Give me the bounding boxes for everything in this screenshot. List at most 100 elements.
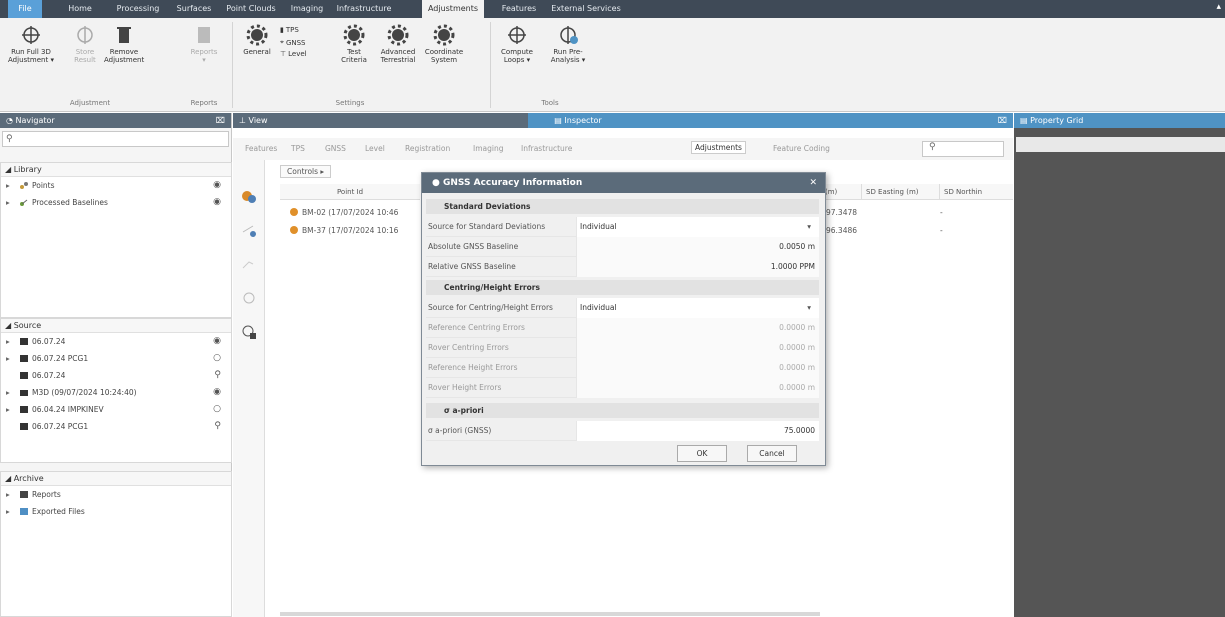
- pin-icon[interactable]: ⌧: [998, 113, 1007, 128]
- network-icon[interactable]: [241, 324, 257, 340]
- eye-icon[interactable]: ⚲: [214, 367, 221, 384]
- tab-file[interactable]: File: [8, 0, 42, 18]
- tab-processing[interactable]: Processing: [110, 0, 166, 18]
- column-header-sd-easting[interactable]: SD Easting (m): [861, 184, 939, 200]
- tab-imaging[interactable]: Imaging: [473, 144, 503, 153]
- store-result-button[interactable]: Store Result: [70, 24, 100, 64]
- close-icon[interactable]: ✕: [809, 173, 817, 193]
- search-icon: ⚲: [929, 142, 936, 152]
- run-full-adjustment-button[interactable]: Run Full 3D Adjustment ▾: [8, 24, 54, 64]
- source-item[interactable]: 06.07.24 ⚲: [1, 367, 231, 384]
- remove-adjustment-button[interactable]: Remove Adjustment: [104, 24, 144, 64]
- advanced-terrestrial-button[interactable]: Advanced Terrestrial: [378, 24, 418, 64]
- archive-item[interactable]: ▸ Reports: [1, 486, 231, 503]
- navigator-search-input[interactable]: ⚲: [2, 131, 229, 147]
- expand-icon[interactable]: ▸: [6, 486, 10, 503]
- general-button[interactable]: General: [240, 24, 274, 56]
- observations-icon[interactable]: [241, 222, 257, 238]
- tab-tps[interactable]: TPS: [291, 144, 305, 153]
- source-std-dev-select[interactable]: Individual ▾: [576, 217, 819, 237]
- vectors-icon[interactable]: [241, 256, 257, 272]
- tab-external-services[interactable]: External Services: [548, 0, 624, 18]
- tps-label: TPS: [285, 26, 299, 34]
- archive-header[interactable]: ◢ Archive: [1, 472, 231, 486]
- source-item[interactable]: 06.07.24 PCG1 ⚲: [1, 418, 231, 435]
- reports-button[interactable]: Reports ▾: [186, 24, 222, 64]
- library-header[interactable]: ◢ Library: [1, 163, 231, 177]
- absolute-baseline-field[interactable]: 0.0050 m: [576, 237, 819, 257]
- view-tab[interactable]: ⊥ View: [233, 113, 528, 128]
- eye-icon[interactable]: ◉: [213, 384, 221, 401]
- source-item-label: 06.07.24: [32, 371, 66, 380]
- source-item[interactable]: ▸ 06.04.24 IMPKINEV ○: [1, 401, 231, 418]
- eye-icon[interactable]: ◉: [213, 177, 221, 194]
- source-item[interactable]: ▸ 06.07.24 ◉: [1, 333, 231, 350]
- expand-icon[interactable]: ▸: [6, 333, 10, 350]
- value-cell: 97.3478: [826, 208, 858, 217]
- tab-feature-coding[interactable]: Feature Coding: [773, 144, 830, 153]
- sigma-apriori-field[interactable]: 75.0000: [576, 421, 819, 441]
- eye-icon[interactable]: ⚲: [214, 418, 221, 435]
- dialog-title: GNSS Accuracy Information: [443, 178, 583, 188]
- compute-loops-button[interactable]: Compute Loops ▾: [494, 24, 540, 64]
- column-header-sd-northing[interactable]: SD Northin: [939, 184, 1013, 200]
- test-criteria-button[interactable]: Test Criteria: [334, 24, 374, 64]
- eye-icon[interactable]: ◉: [213, 194, 221, 211]
- eye-icon[interactable]: ◉: [213, 333, 221, 350]
- inspector-tab[interactable]: ▤ Inspector ⌧: [528, 113, 1013, 128]
- tab-level[interactable]: Level: [365, 144, 385, 153]
- tab-infrastructure[interactable]: Infrastructure: [521, 144, 572, 153]
- table-row[interactable]: BM-37 (17/07/2024 10:16: [290, 226, 398, 235]
- store-result-label: Store Result: [74, 48, 96, 64]
- archive-item[interactable]: ▸ Exported Files: [1, 503, 231, 520]
- relative-baseline-field[interactable]: 1.0000 PPM: [576, 257, 819, 277]
- gnss-setting[interactable]: ⌖ GNSS: [280, 38, 306, 47]
- level-icon: ⊤: [280, 50, 287, 58]
- run-pre-analysis-button[interactable]: Run Pre-Analysis ▾: [540, 24, 596, 64]
- analysis-icon[interactable]: [241, 290, 257, 306]
- table-row[interactable]: BM-02 (17/07/2024 10:46: [290, 208, 398, 217]
- pin-icon[interactable]: ⌧: [216, 113, 225, 128]
- expand-icon[interactable]: ▸: [6, 503, 10, 520]
- source-item[interactable]: ▸ M3D (09/07/2024 10:24:40) ◉: [1, 384, 231, 401]
- tab-features[interactable]: Features: [245, 144, 277, 153]
- adjustment-icon: [22, 26, 40, 44]
- gnss-accuracy-dialog: ● GNSS Accuracy Information ✕ Standard D…: [421, 172, 826, 466]
- level-setting[interactable]: ⊤ Level: [280, 50, 307, 58]
- points-view-icon[interactable]: [241, 188, 257, 204]
- tps-setting[interactable]: ▮ TPS: [280, 26, 299, 34]
- inspector-search-input[interactable]: ⚲: [922, 141, 1004, 157]
- tab-features[interactable]: Features: [497, 0, 541, 18]
- file-icon: [20, 355, 28, 362]
- tab-surfaces[interactable]: Surfaces: [170, 0, 218, 18]
- expand-icon[interactable]: ▸: [6, 384, 10, 401]
- expand-icon[interactable]: ▸: [6, 401, 10, 418]
- tree-item-points[interactable]: ▸ Points ◉: [1, 177, 231, 194]
- property-grid-selector[interactable]: [1016, 137, 1225, 152]
- cancel-button[interactable]: Cancel: [747, 445, 797, 462]
- source-header[interactable]: ◢ Source: [1, 319, 231, 333]
- coordinate-system-button[interactable]: Coordinate System: [424, 24, 464, 64]
- hidden-eye-icon[interactable]: ○: [213, 401, 221, 418]
- breadcrumb[interactable]: Controls ▸: [280, 165, 332, 178]
- ribbon-collapse-icon[interactable]: ▴: [1216, 2, 1221, 12]
- tab-home[interactable]: Home: [56, 0, 104, 18]
- horizontal-scrollbar[interactable]: [280, 612, 820, 616]
- tab-infrastructure[interactable]: Infrastructure: [334, 0, 394, 18]
- hidden-eye-icon[interactable]: ○: [213, 350, 221, 367]
- column-header-point-id[interactable]: Point Id: [280, 184, 420, 200]
- tab-gnss[interactable]: GNSS: [325, 144, 346, 153]
- expand-icon[interactable]: ▸: [6, 350, 10, 367]
- tab-point-clouds[interactable]: Point Clouds: [220, 0, 282, 18]
- source-item[interactable]: ▸ 06.07.24 PCG1 ○: [1, 350, 231, 367]
- source-centring-select[interactable]: Individual ▾: [576, 298, 819, 318]
- ok-button[interactable]: OK: [677, 445, 727, 462]
- tab-imaging[interactable]: Imaging: [286, 0, 328, 18]
- column-header-value[interactable]: (m): [823, 184, 861, 200]
- expand-icon[interactable]: ▸: [6, 177, 10, 194]
- tab-adjustments[interactable]: Adjustments: [691, 141, 746, 154]
- tab-registration[interactable]: Registration: [405, 144, 450, 153]
- tab-adjustments[interactable]: Adjustments: [422, 0, 484, 18]
- tree-item-processed-baselines[interactable]: ▸ Processed Baselines ◉: [1, 194, 231, 211]
- expand-icon[interactable]: ▸: [6, 194, 10, 211]
